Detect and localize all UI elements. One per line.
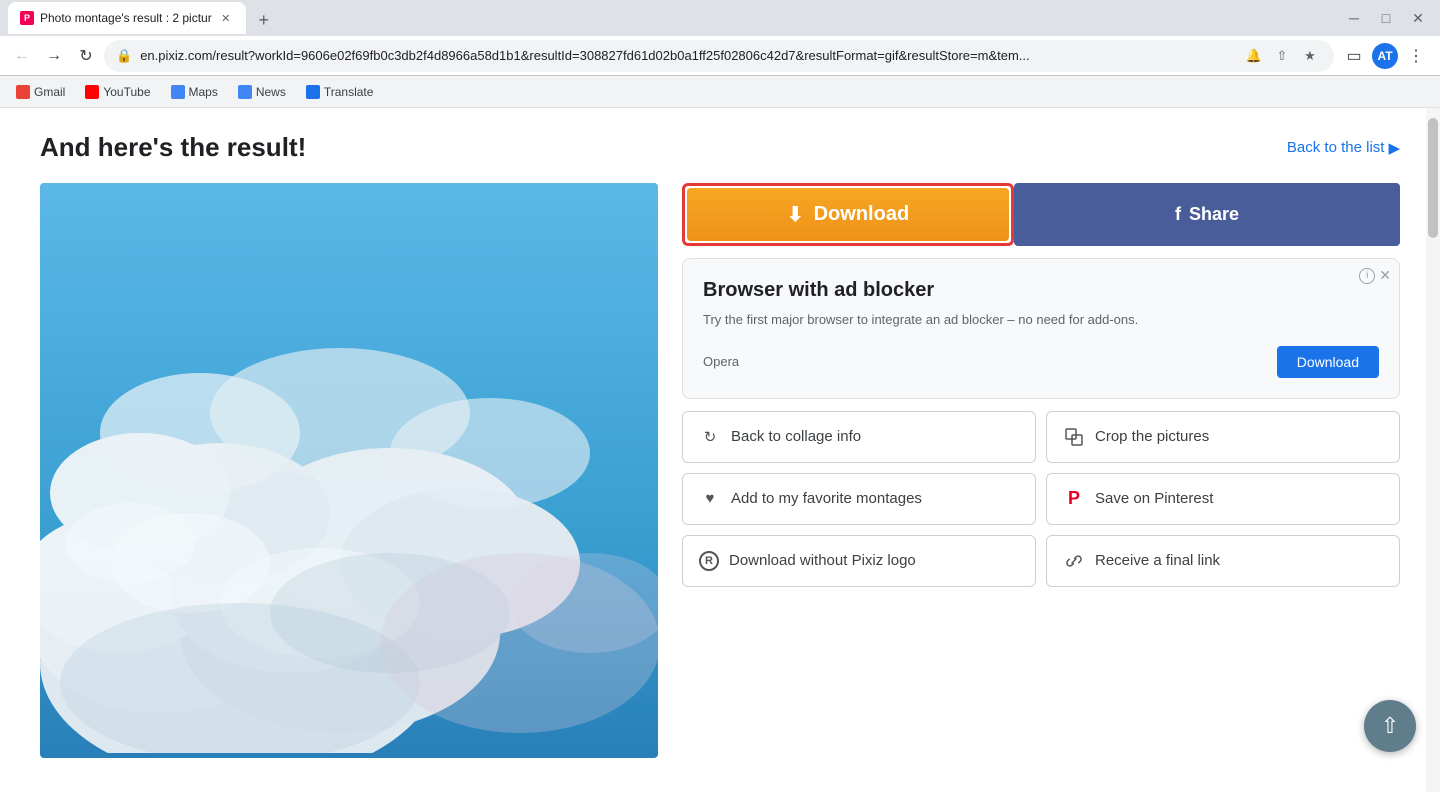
bookmark-youtube[interactable]: YouTube [77,81,158,103]
refresh-button[interactable]: ↻ [72,42,100,70]
lock-icon: 🔒 [116,48,132,64]
add-favorite-button[interactable]: ♥ Add to my favorite montages [682,473,1036,525]
cast-button[interactable]: ▭ [1338,40,1370,72]
download-button[interactable]: ⬇ Download [687,188,1009,241]
share-url-button[interactable]: ⇧ [1270,44,1294,68]
tab-title: Photo montage's result : 2 pictur [40,11,212,25]
download-no-logo-label: Download without Pixiz logo [729,552,916,569]
back-to-collage-label: Back to collage info [731,428,861,445]
back-to-list-link[interactable]: Back to the list ▶ [1287,139,1400,157]
gmail-label: Gmail [34,85,65,99]
address-bar: ← → ↻ 🔒 en.pixiz.com/result?workId=9606e… [0,36,1440,76]
scrollbar-thumb[interactable] [1428,118,1438,238]
montage-image [40,183,658,758]
browser-chrome: P Photo montage's result : 2 pictur ✕ + … [0,0,1440,108]
arrow-up-icon: ⇧ [1381,713,1399,739]
download-icon: ⬇ [787,202,804,227]
refresh-icon: ↻ [699,426,721,448]
action-buttons-grid: ↻ Back to collage info Crop the pictures [682,411,1400,587]
url-text: en.pixiz.com/result?workId=9606e02f69fb0… [140,48,1234,63]
tab-favicon-letter: P [24,13,30,23]
new-tab-button[interactable]: + [250,6,278,34]
page-header: And here's the result! Back to the list … [40,132,1400,163]
bookmark-news[interactable]: News [230,81,294,103]
url-actions: 🔔 ⇧ ★ [1242,44,1322,68]
notifications-blocked[interactable]: 🔔 [1242,44,1266,68]
bookmark-star-button[interactable]: ★ [1298,44,1322,68]
ad-title: Browser with ad blocker [703,279,1379,302]
download-label: Download [814,203,910,226]
link-icon [1063,550,1085,572]
scrollbar-track [1426,108,1440,792]
ad-controls: i ✕ [1359,267,1391,284]
maximize-button[interactable]: □ [1372,4,1400,32]
crop-pictures-label: Crop the pictures [1095,428,1209,445]
maps-favicon [171,85,185,99]
ad-body: Try the first major browser to integrate… [703,310,1379,330]
news-favicon [238,85,252,99]
forward-button[interactable]: → [40,42,68,70]
youtube-favicon [85,85,99,99]
registered-icon: R [699,551,719,571]
crop-icon [1063,426,1085,448]
crop-pictures-button[interactable]: Crop the pictures [1046,411,1400,463]
close-button[interactable]: ✕ [1404,4,1432,32]
back-to-collage-button[interactable]: ↻ Back to collage info [682,411,1036,463]
bell-icon: 🔔 [1246,48,1262,64]
bookmark-gmail[interactable]: Gmail [8,81,73,103]
gmail-favicon [16,85,30,99]
scroll-to-top-button[interactable]: ⇧ [1364,700,1416,752]
final-link-label: Receive a final link [1095,552,1220,569]
youtube-label: YouTube [103,85,150,99]
page-content: And here's the result! Back to the list … [0,108,1440,792]
back-to-list-arrow: ▶ [1388,139,1400,157]
ad-info-button[interactable]: i [1359,268,1375,284]
download-no-logo-button[interactable]: R Download without Pixiz logo [682,535,1036,587]
ad-download-button[interactable]: Download [1277,346,1379,378]
heart-icon: ♥ [699,488,721,510]
share-label: Share [1189,204,1239,225]
ad-footer: Opera Download [703,346,1379,378]
back-button[interactable]: ← [8,42,36,70]
url-bar[interactable]: 🔒 en.pixiz.com/result?workId=9606e02f69f… [104,40,1334,72]
ad-close-button[interactable]: ✕ [1379,267,1391,284]
window-controls: ─ □ ✕ [1340,4,1432,32]
bookmarks-bar: Gmail YouTube Maps News Translate [0,76,1440,108]
translate-label: Translate [324,85,374,99]
news-label: News [256,85,286,99]
add-favorite-label: Add to my favorite montages [731,490,922,507]
tab-favicon: P [20,11,34,25]
ad-brand: Opera [703,354,739,369]
maps-label: Maps [189,85,218,99]
bookmark-translate[interactable]: Translate [298,81,382,103]
tab-bar: P Photo montage's result : 2 pictur ✕ + [8,2,1340,34]
minimize-button[interactable]: ─ [1340,4,1368,32]
pinterest-icon: P [1063,488,1085,510]
active-tab[interactable]: P Photo montage's result : 2 pictur ✕ [8,2,246,34]
final-link-button[interactable]: Receive a final link [1046,535,1400,587]
share-button[interactable]: f Share [1014,183,1400,246]
title-bar: P Photo montage's result : 2 pictur ✕ + … [0,0,1440,36]
save-pinterest-label: Save on Pinterest [1095,490,1213,507]
save-pinterest-button[interactable]: P Save on Pinterest [1046,473,1400,525]
translate-favicon [306,85,320,99]
browser-toolbar: ▭ AT ⋮ [1338,40,1432,72]
ad-card: i ✕ Browser with ad blocker Try the firs… [682,258,1400,399]
back-to-list-text: Back to the list [1287,139,1385,156]
facebook-icon: f [1175,204,1181,225]
bookmark-maps[interactable]: Maps [163,81,226,103]
right-panel: ⬇ Download f Share i ✕ Browser with ad b… [682,183,1400,587]
tab-close-button[interactable]: ✕ [218,10,234,26]
download-button-wrapper: ⬇ Download [682,183,1014,246]
action-row: ⬇ Download f Share [682,183,1400,246]
cloud-image [40,183,658,753]
profile-avatar[interactable]: AT [1372,43,1398,69]
main-layout: ⬇ Download f Share i ✕ Browser with ad b… [40,183,1400,758]
menu-button[interactable]: ⋮ [1400,40,1432,72]
page-title: And here's the result! [40,132,306,163]
